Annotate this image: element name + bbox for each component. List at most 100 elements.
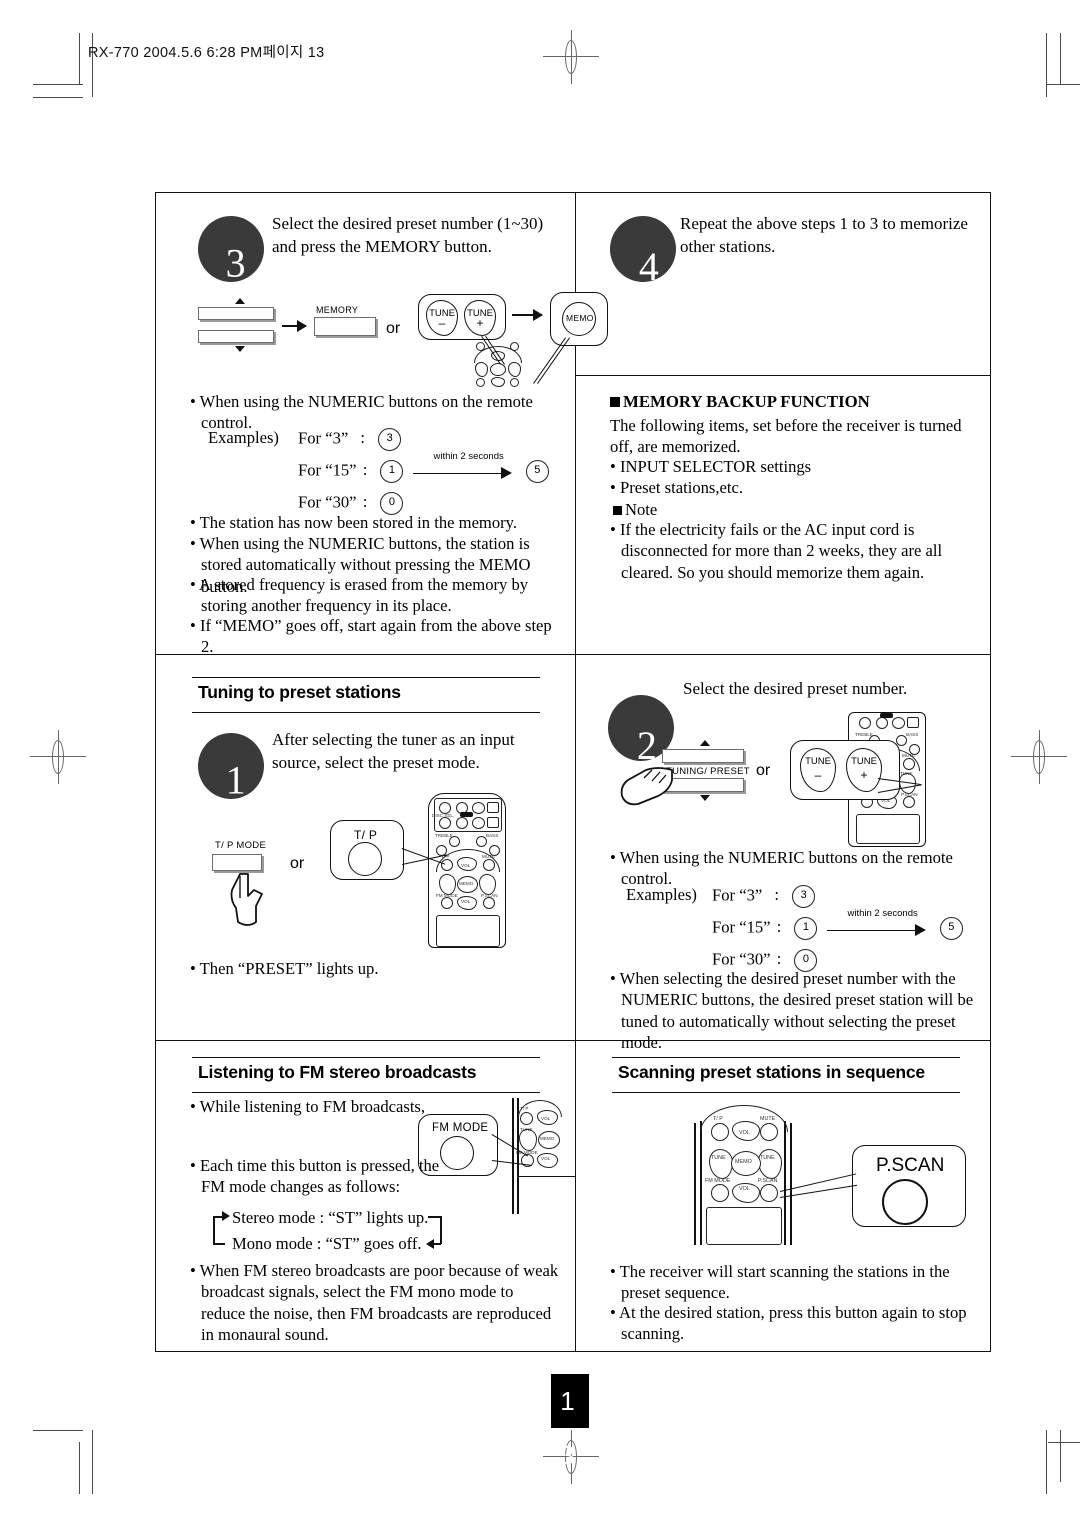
remote-edge-volup-label: VOL — [541, 1116, 551, 1121]
numeric-key-1-b[interactable]: 1 — [794, 917, 818, 940]
tuning-up-button[interactable] — [662, 749, 744, 763]
example-1-colon: : — [360, 428, 366, 448]
remote-vol-down-label: VOL — [461, 899, 471, 904]
remote-key-pscan[interactable] — [510, 378, 519, 387]
remote-key-tune-plus[interactable] — [508, 362, 521, 377]
example-b3-text: For “30” — [712, 949, 771, 969]
fm-stereo-bullet-2-text: Each time this button is pressed, the FM… — [199, 1156, 440, 1197]
pscan-key-pscan[interactable] — [760, 1184, 778, 1202]
remote-key-mute-main[interactable] — [483, 859, 495, 871]
remote-key-rec-sq[interactable] — [487, 817, 499, 828]
remote-key-stop-sq[interactable] — [487, 802, 499, 813]
flow-left-bottom-horizontal — [213, 1243, 225, 1245]
numeric-key-3-b[interactable]: 3 — [792, 885, 816, 908]
remote-key-frwd2[interactable] — [892, 717, 905, 729]
remote-key-tune-minus-main[interactable] — [439, 874, 456, 895]
pointing-hand-icon-2 — [620, 767, 673, 806]
pscan-key-fmmode[interactable] — [711, 1184, 729, 1202]
remote-key-disc-b[interactable] — [439, 817, 451, 829]
remote-key-rec-sq2[interactable] — [907, 717, 919, 728]
remote-key-mute[interactable] — [510, 342, 519, 351]
memory-backup-item-2-text: Preset stations,etc. — [619, 478, 744, 497]
remote-mute-label: MUTE — [482, 854, 496, 859]
remote-key-ffwd[interactable] — [472, 802, 485, 814]
tune-minus-sign: – — [438, 316, 446, 330]
step-3-bullet-2-text: The station has now been stored in the m… — [199, 513, 518, 532]
registration-target-right — [1011, 730, 1067, 784]
preset-down-arrow-icon — [235, 346, 245, 352]
numeric-key-5-b[interactable]: 5 — [939, 917, 963, 940]
remote-bass-label2: BASS — [906, 732, 919, 737]
tune-minus-label-2: TUNE — [805, 756, 831, 767]
remote-edge-key-tuneminus[interactable] — [519, 1129, 537, 1151]
remote-key-rew2[interactable] — [876, 717, 888, 729]
pointing-hand-icon — [230, 873, 263, 926]
select-preset-bullet-2: • When selecting the desired preset numb… — [610, 969, 974, 1053]
step-3-bullet-2: • The station has now been stored in the… — [190, 513, 518, 532]
fm-mode-key[interactable] — [440, 1136, 474, 1170]
memory-button-label: MEMORY — [316, 305, 359, 315]
example-b2-colon: : — [776, 917, 782, 937]
remote-key-fm-mode[interactable] — [476, 378, 485, 387]
pscan-key-mute[interactable] — [760, 1123, 778, 1141]
numeric-key-5[interactable]: 5 — [525, 460, 549, 483]
memory-backup-note: • If the electricity fails or the AC inp… — [610, 520, 943, 582]
remote-control-illustration-pscan: T/ P MUTE VOL TUNE TUNE MEMO FM MODE VOL… — [694, 1105, 798, 1245]
fm-mode-stereo-line: Stereo mode : “ST” lights up. — [232, 1208, 429, 1227]
remote-vol-up-label: VOL — [461, 863, 471, 868]
pscan-key-tp[interactable] — [711, 1123, 729, 1141]
page-number-text: 1 3 — [560, 1386, 580, 1470]
remote-fmmode-label: FM MODE — [436, 893, 458, 898]
pscan-key-tune-minus[interactable] — [709, 1149, 733, 1179]
example-b2-text: For “15” — [712, 917, 771, 937]
remote-edge-tp-label: T/ P — [520, 1106, 529, 1111]
remote-key-rew[interactable] — [456, 817, 468, 829]
preset-down-button[interactable] — [198, 330, 274, 343]
example-b1-text: For “3” — [712, 885, 763, 905]
crop-mark-top-right-horizontal — [1046, 84, 1080, 86]
select-preset-example-row-1: For “3” : 3 — [712, 885, 817, 908]
or-label-step2: or — [756, 762, 771, 779]
crop-mark-bottom-left-vertical — [92, 1430, 94, 1494]
remote-key-vol-down[interactable] — [491, 377, 505, 387]
select-preset-diagram: TREBLE BASS MUTE VOL TUNE P.SCAN VOL TUN… — [600, 712, 990, 850]
section-heading-pscan: Scanning preset stations in sequence — [612, 1057, 960, 1093]
remote-key-tune-plus-main[interactable] — [479, 874, 496, 895]
remote-key-fmmode-main[interactable] — [441, 897, 453, 909]
pscan-key-tune-plus[interactable] — [758, 1149, 782, 1179]
remote-key-tp-main[interactable] — [441, 859, 453, 871]
remote-key-pscan2[interactable] — [903, 796, 915, 808]
tuning-down-button[interactable] — [662, 778, 744, 792]
preset-up-arrow-icon — [235, 298, 245, 304]
remote-key-frwd[interactable] — [472, 817, 485, 829]
preset-up-button[interactable] — [198, 307, 274, 320]
pscan-voldown-label: VOL — [739, 1186, 750, 1192]
remote-edge-key-tp[interactable] — [520, 1112, 533, 1125]
tuning-preset-panel-label: TUNING/ PRESET — [666, 766, 750, 777]
remote-key-tune-minus[interactable] — [475, 362, 488, 377]
pscan-bullet-1: • The receiver will start scanning the s… — [610, 1262, 950, 1303]
remote-key-tp[interactable] — [476, 342, 485, 351]
page-number-box: 1 3 — [551, 1374, 589, 1470]
remote-key-pscan-main[interactable] — [483, 897, 495, 909]
step-4-instruction: Repeat the above steps 1 to 3 to memoriz… — [680, 214, 968, 256]
pscan-pscan-label: P.SCAN — [758, 1178, 778, 1184]
pscan-remote-bottom-panel — [706, 1207, 782, 1245]
remote-pscan-label2: P.SCAN — [901, 792, 918, 797]
pscan-callout-key[interactable] — [882, 1179, 928, 1225]
memory-backup-intro: The following items, set before the rece… — [610, 416, 962, 457]
example-2-text: For “15” — [298, 460, 357, 480]
pscan-fmmode-label: FM MODE — [705, 1178, 731, 1184]
tune-to-memo-arrow-icon — [512, 310, 543, 320]
numeric-key-3[interactable]: 3 — [378, 428, 402, 451]
memo-key-label: MEMO — [566, 313, 594, 323]
fm-stereo-bullet-1-text: While listening to FM broadcasts, — [199, 1097, 426, 1116]
memory-button[interactable] — [314, 317, 376, 336]
numeric-key-1[interactable]: 1 — [380, 460, 404, 483]
step-3-examples-label: Examples) — [208, 428, 279, 448]
tp-key[interactable] — [348, 842, 382, 876]
remote-key-disc-b2[interactable] — [859, 717, 871, 729]
tp-mode-panel-button[interactable] — [212, 854, 262, 871]
within-2-seconds-arrow: within 2 seconds — [412, 451, 517, 482]
remote-key-mute2[interactable] — [903, 758, 915, 770]
